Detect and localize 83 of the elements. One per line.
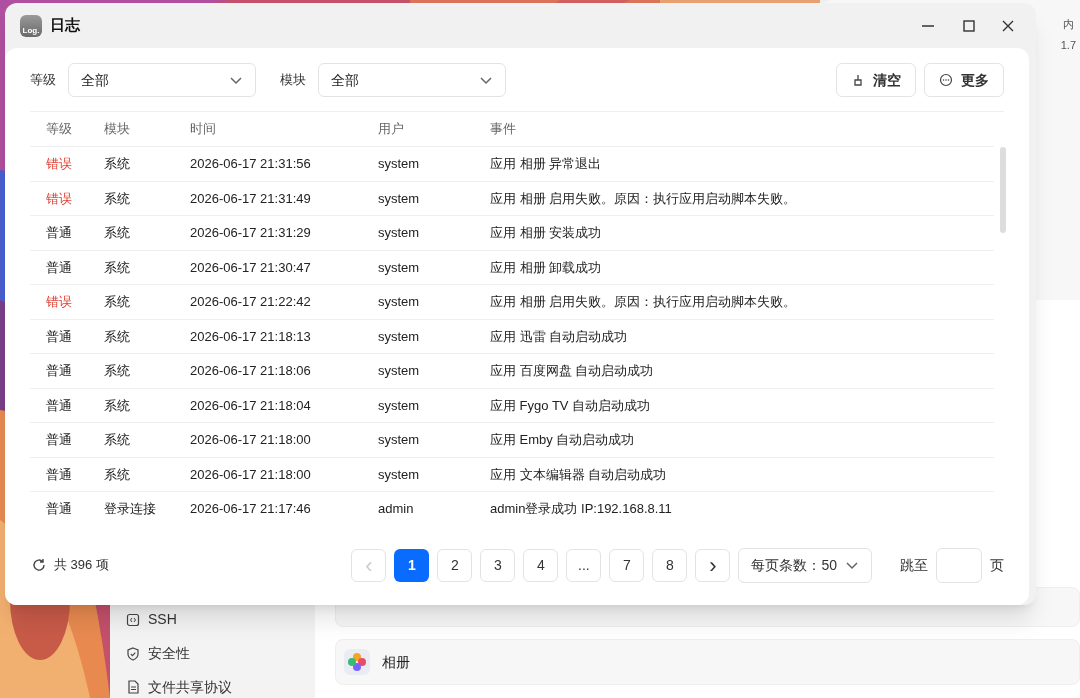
table-cell-text: 系统 — [103, 466, 130, 482]
page-unit-label: 页 — [990, 555, 1004, 575]
table-cell-text: system — [377, 294, 420, 309]
more-button[interactable]: 更多 — [924, 63, 1004, 97]
more-icon — [939, 73, 953, 87]
page-button[interactable]: 2 — [437, 548, 473, 582]
page-button[interactable]: 4 — [523, 548, 559, 582]
status-text: 1.7 — [1060, 37, 1076, 53]
table-cell-text: 系统 — [103, 397, 130, 413]
table-cell-text: 应用 Fygo TV 自动启动成功 — [489, 397, 651, 413]
table-cell-text: system — [377, 397, 420, 413]
table-cell-text: system — [377, 259, 420, 275]
table-cell-text: 系统 — [103, 328, 130, 344]
scrollbar[interactable] — [1000, 147, 1006, 233]
sidebar-item[interactable]: SSH — [126, 609, 315, 631]
page-button[interactable]: 3 — [480, 548, 516, 582]
ssh-icon — [126, 612, 140, 627]
jump-label: 跳至 — [900, 555, 928, 575]
module-select[interactable]: 全部 — [318, 63, 506, 97]
table-cell-text: 2026-06-17 21:31:49 — [189, 190, 311, 206]
page-button[interactable]: ... — [566, 548, 602, 582]
table-cell-text: 系统 — [103, 432, 130, 447]
table-cell-text: 2026-06-17 21:22:42 — [189, 294, 311, 309]
column-header: 用户 — [377, 120, 404, 139]
clear-button[interactable]: 清空 — [836, 63, 916, 97]
table-cell-text: 应用 相册 启用失败。原因：执行应用启动脚本失败。 — [489, 294, 797, 309]
next-page-button[interactable]: › — [695, 548, 731, 582]
table-cell-text: system — [377, 466, 420, 482]
table-cell-text: 2026-06-17 21:30:47 — [189, 259, 311, 275]
table-cell-text: admin — [377, 501, 414, 516]
table-cell-text: 2026-06-17 21:18:06 — [189, 363, 311, 378]
brush-icon — [851, 73, 865, 87]
close-icon[interactable] — [1002, 19, 1014, 32]
table-cell-text: 2026-06-17 21:18:04 — [189, 397, 311, 413]
table-cell-text: system — [377, 156, 420, 171]
filter-label: 模块 — [280, 71, 306, 90]
page-number-field[interactable] — [936, 547, 982, 583]
sidebar-item[interactable]: 安全性 — [126, 642, 315, 665]
level-select[interactable]: 全部 — [68, 63, 256, 97]
table-cell-text: 2026-06-17 21:17:46 — [189, 501, 311, 516]
maximize-icon[interactable] — [963, 19, 975, 32]
shield-icon — [126, 646, 140, 661]
table-cell-text: 2026-06-17 21:31:56 — [189, 156, 311, 171]
chevron-down-icon — [845, 560, 859, 570]
sidebar-item[interactable]: 文件共享协议 — [126, 676, 315, 698]
table-cell-text: 应用 百度网盘 自动启动成功 — [489, 363, 654, 378]
column-header: 模块 — [103, 120, 130, 139]
column-header: 时间 — [189, 120, 216, 139]
table-cell-text: 应用 相册 异常退出 — [489, 156, 602, 171]
table-cell-text: 应用 Emby 自动启动成功 — [489, 432, 635, 447]
table-cell-text: 系统 — [103, 363, 130, 378]
chevron-down-icon — [479, 75, 493, 85]
flower-icon — [344, 649, 370, 675]
page-size-select[interactable]: 每页条数：50 — [738, 547, 872, 583]
page-button[interactable]: 8 — [652, 548, 688, 582]
table-cell-text: 2026-06-17 21:18:00 — [189, 432, 311, 447]
table-cell-text: 应用 文本编辑器 自动启动成功 — [489, 466, 667, 482]
table-cell-text: 登录连接 — [103, 501, 156, 516]
table-cell-text: system — [377, 190, 420, 206]
table-cell-text: 2026-06-17 21:18:13 — [189, 328, 311, 344]
table-cell-text: 2026-06-17 21:18:00 — [189, 466, 311, 482]
page-button[interactable]: 7 — [609, 548, 645, 582]
table-cell-text: 系统 — [103, 225, 130, 240]
table-cell-text: 2026-06-17 21:31:29 — [189, 225, 311, 240]
table-cell-text: system — [377, 328, 420, 344]
status-text: 内 — [1062, 17, 1074, 32]
table-cell-text: admin登录成功 IP:192.168.8.11 — [489, 501, 672, 516]
chevron-down-icon — [229, 75, 243, 85]
table-cell-text: 系统 — [103, 190, 130, 206]
page-button[interactable]: 1 — [394, 548, 430, 582]
doc-icon — [126, 680, 140, 695]
table-cell-text: 应用 相册 卸载成功 — [489, 259, 602, 275]
table-cell-text: 应用 迅雷 自动启动成功 — [489, 328, 628, 344]
table-cell-text: 系统 — [103, 156, 130, 171]
table-cell-text: 应用 相册 启用失败。原因：执行应用启动脚本失败。 — [489, 190, 797, 206]
column-header: 事件 — [489, 120, 516, 139]
table-cell-text: system — [377, 225, 420, 240]
app-list-item[interactable]: 相册 — [335, 639, 1080, 685]
table-cell-text: system — [377, 432, 420, 447]
table-cell-text: system — [377, 363, 420, 378]
table-cell-text: 系统 — [103, 294, 130, 309]
table-cell-text: 应用 相册 安装成功 — [489, 225, 602, 240]
table-cell-text: 系统 — [103, 259, 130, 275]
